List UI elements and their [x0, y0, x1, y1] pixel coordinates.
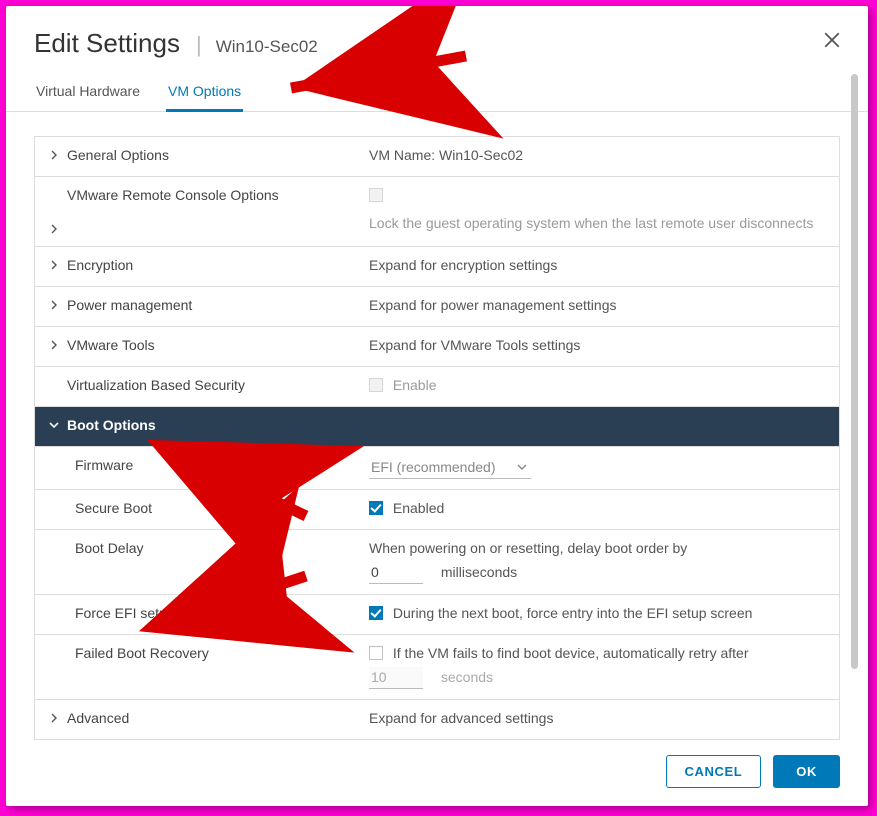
chevron-down-icon [49, 420, 59, 430]
row-general-options[interactable]: General Options VM Name: Win10-Sec02 [35, 137, 839, 177]
row-failed-boot-recovery: Failed Boot Recovery If the VM fails to … [35, 635, 839, 700]
field-label: Force EFI setup [75, 605, 175, 621]
options-table: General Options VM Name: Win10-Sec02 VMw… [34, 136, 840, 740]
content-area: General Options VM Name: Win10-Sec02 VMw… [6, 112, 868, 741]
encryption-summary: Expand for encryption settings [365, 247, 839, 286]
force-efi-desc: During the next boot, force entry into t… [393, 605, 753, 621]
title-separator: | [196, 32, 202, 58]
section-label: Power management [67, 297, 192, 313]
field-label: Secure Boot [75, 500, 152, 516]
general-summary-prefix: VM Name: [369, 147, 439, 163]
section-label: General Options [67, 147, 169, 163]
chevron-right-icon [49, 150, 59, 160]
section-label: VMware Remote Console Options [67, 187, 279, 203]
vbs-enable-checkbox [369, 378, 383, 392]
section-label: VMware Tools [67, 337, 155, 353]
power-summary: Expand for power management settings [365, 287, 839, 326]
tools-summary: Expand for VMware Tools settings [365, 327, 839, 366]
chevron-right-icon [49, 713, 59, 723]
firmware-value: EFI (recommended) [371, 459, 495, 475]
tab-vm-options[interactable]: VM Options [166, 77, 243, 112]
boot-delay-desc: When powering on or resetting, delay boo… [369, 540, 829, 556]
dialog-header: Edit Settings | Win10-Sec02 [6, 6, 868, 67]
failed-recovery-input [369, 667, 423, 689]
row-power-management[interactable]: Power management Expand for power manage… [35, 287, 839, 327]
vmrc-desc: Lock the guest operating system when the… [369, 211, 829, 236]
close-icon [823, 31, 841, 54]
close-button[interactable] [818, 28, 846, 56]
cancel-button[interactable]: CANCEL [666, 755, 762, 788]
firmware-select[interactable]: EFI (recommended) [369, 457, 531, 479]
chevron-right-icon [49, 300, 59, 310]
tab-bar: Virtual Hardware VM Options [6, 67, 868, 112]
row-vbs: Virtualization Based Security Enable [35, 367, 839, 407]
field-label: Firmware [75, 457, 133, 473]
section-label: Encryption [67, 257, 133, 273]
secure-boot-label: Enabled [393, 500, 444, 516]
failed-recovery-desc: If the VM fails to find boot device, aut… [393, 645, 749, 661]
section-label: Virtualization Based Security [67, 377, 245, 393]
tab-virtual-hardware[interactable]: Virtual Hardware [34, 77, 142, 112]
force-efi-checkbox[interactable] [369, 606, 383, 620]
field-label: Failed Boot Recovery [75, 645, 209, 661]
scrollbar-thumb[interactable] [851, 74, 858, 669]
failed-recovery-unit: seconds [441, 669, 493, 685]
chevron-down-icon [517, 459, 527, 475]
boot-delay-input[interactable] [369, 562, 423, 584]
section-label: Advanced [67, 710, 129, 726]
chevron-right-icon [49, 224, 59, 234]
dialog-footer: CANCEL OK [6, 741, 868, 806]
row-vmrc-options[interactable]: VMware Remote Console Options Lock the g… [35, 177, 839, 247]
row-boot-delay: Boot Delay When powering on or resetting… [35, 530, 839, 595]
section-label: Boot Options [67, 417, 156, 433]
general-summary-value: Win10-Sec02 [439, 147, 523, 163]
row-vmware-tools[interactable]: VMware Tools Expand for VMware Tools set… [35, 327, 839, 367]
chevron-right-icon [49, 260, 59, 270]
boot-delay-unit: milliseconds [441, 564, 517, 580]
row-encryption[interactable]: Encryption Expand for encryption setting… [35, 247, 839, 287]
vbs-enable-label: Enable [393, 377, 437, 393]
vmrc-lock-checkbox [369, 188, 383, 202]
field-label: Boot Delay [75, 540, 143, 556]
row-firmware: Firmware EFI (recommended) [35, 447, 839, 490]
vm-name: Win10-Sec02 [216, 37, 318, 57]
failed-recovery-checkbox[interactable] [369, 646, 383, 660]
advanced-summary: Expand for advanced settings [365, 700, 839, 739]
row-secure-boot: Secure Boot Enabled [35, 490, 839, 530]
edit-settings-dialog: Edit Settings | Win10-Sec02 Virtual Hard… [6, 6, 868, 806]
secure-boot-checkbox[interactable] [369, 501, 383, 515]
chevron-right-icon [49, 340, 59, 350]
row-force-efi: Force EFI setup During the next boot, fo… [35, 595, 839, 635]
row-advanced[interactable]: Advanced Expand for advanced settings [35, 700, 839, 740]
dialog-title: Edit Settings [34, 28, 180, 59]
ok-button[interactable]: OK [773, 755, 840, 788]
row-boot-options[interactable]: Boot Options [35, 407, 839, 447]
